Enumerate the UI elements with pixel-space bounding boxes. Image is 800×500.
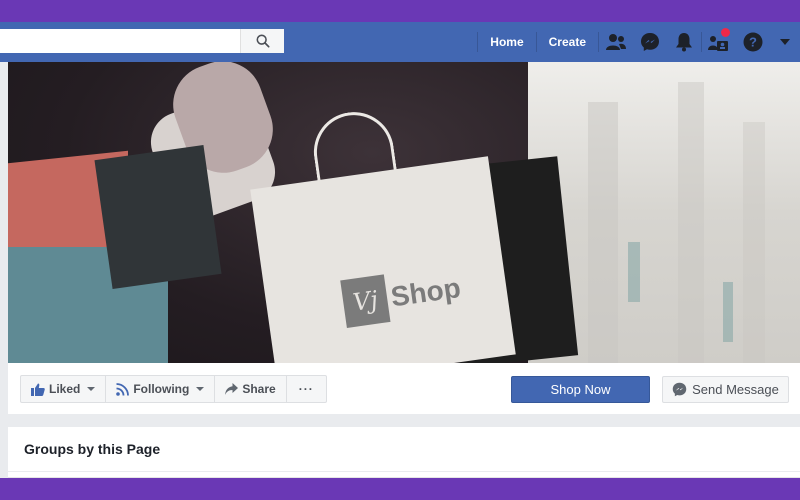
messenger-icon [672,382,687,397]
nav-links: Home Create ? [477,22,800,62]
shop-logo-mark: Vj [340,274,391,328]
share-button[interactable]: Share [215,376,287,402]
following-label: Following [133,382,190,396]
chevron-down-icon [196,387,205,391]
messenger-button[interactable] [633,22,667,62]
help-icon: ? [743,32,763,52]
shop-now-label: Shop Now [550,382,611,397]
cover-dark-bag [94,144,222,290]
shop-logo-text: Shop [388,271,463,313]
share-arrow-icon [225,383,239,395]
more-options-button[interactable]: ··· [287,376,326,402]
send-message-label: Send Message [692,382,779,397]
friends-button[interactable] [599,22,633,62]
cover-photo[interactable]: Vj Shop [8,62,800,363]
notifications-button[interactable] [667,22,701,62]
cover-white-shopping-bag [250,156,516,363]
account-menu-button[interactable] [770,22,800,62]
notification-badge [721,28,730,37]
search-input[interactable] [0,29,236,53]
frame-bottom-border [0,478,800,500]
search-button[interactable] [240,29,284,53]
menu-caret-icon [780,39,790,45]
page-cover-card: Vj Shop Liked Following Share ··· Shop N… [8,62,800,414]
top-navigation-bar: Home Create ? [0,22,800,62]
more-options-icon: ··· [298,382,314,396]
friend-requests-button[interactable] [702,22,736,62]
notifications-icon [676,33,692,52]
following-button[interactable]: Following [106,376,216,402]
groups-section-title: Groups by this Page [24,441,161,457]
groups-divider [8,471,800,472]
chevron-down-icon [87,387,96,391]
groups-section: Groups by this Page [8,427,800,478]
rss-feed-icon [116,382,130,396]
page-actions-bar: Liked Following Share ··· Shop Now Send … [8,363,800,414]
search-icon [256,34,270,48]
share-label: Share [242,382,276,396]
page-action-buttons: Liked Following Share ··· [20,375,327,403]
search-box [0,29,284,53]
liked-button[interactable]: Liked [21,376,107,402]
shop-now-button[interactable]: Shop Now [511,376,650,403]
messenger-icon [641,33,659,51]
send-message-button[interactable]: Send Message [662,376,789,403]
thumbs-up-icon [31,383,45,396]
create-link[interactable]: Create [537,22,598,62]
liked-label: Liked [49,382,81,396]
frame-top-border [0,0,800,22]
help-button[interactable]: ? [736,22,770,62]
friends-icon [606,34,626,50]
home-link[interactable]: Home [478,22,535,62]
svg-text:?: ? [749,35,757,50]
